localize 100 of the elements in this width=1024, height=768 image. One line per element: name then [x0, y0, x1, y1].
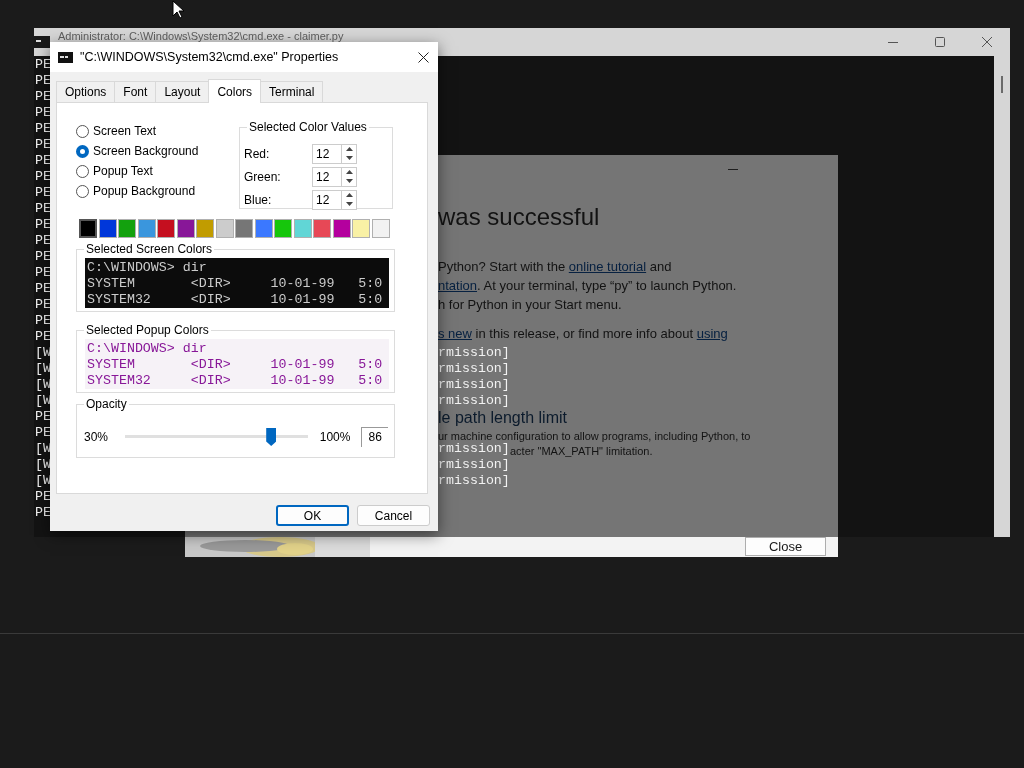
console-text: rmission] — [438, 345, 510, 361]
console-text: PE — [35, 185, 51, 201]
preview-line: SYSTEM <DIR> 10-01-99 5:0 — [87, 276, 383, 292]
color-swatch[interactable] — [274, 219, 292, 238]
console-text: rmission] — [438, 393, 510, 409]
console-text: PE — [35, 249, 51, 265]
radio-button[interactable] — [76, 124, 89, 138]
link[interactable]: using — [696, 326, 728, 341]
text-line: h for Python in your Start menu. — [438, 296, 622, 314]
number-field[interactable]: 12 — [312, 143, 341, 164]
radio-label: Screen Text — [93, 123, 157, 140]
color-swatch[interactable] — [332, 219, 351, 238]
group-title: Selected Screen Colors — [84, 242, 215, 256]
number-field[interactable]: 12 — [312, 189, 341, 210]
close-icon — [981, 37, 992, 47]
down-arrow-icon — [345, 179, 353, 183]
console-text: PE — [35, 201, 51, 217]
console-text: PE — [35, 73, 51, 89]
color-swatch[interactable] — [157, 219, 175, 238]
spin-down-button[interactable] — [342, 199, 356, 209]
color-swatch[interactable] — [98, 219, 117, 238]
close-button[interactable]: Close — [745, 537, 826, 556]
down-arrow-icon — [345, 156, 353, 160]
color-swatch[interactable] — [196, 219, 214, 238]
console-text: rmission] — [438, 377, 510, 393]
radio-option[interactable]: Screen Text — [76, 121, 157, 141]
section-heading: le path length limit — [438, 408, 567, 428]
console-text: PE — [35, 281, 51, 297]
radio-option[interactable]: Popup Text — [76, 161, 153, 181]
radio-option[interactable]: Popup Background — [76, 181, 196, 201]
tab[interactable]: Colors — [208, 79, 262, 103]
console-text: rmission] — [438, 361, 510, 377]
console-text: rmission] — [438, 441, 510, 457]
close-icon — [417, 51, 429, 63]
console-text: PE — [35, 153, 51, 169]
text-line: s new in this release, or find more info about using — [438, 325, 728, 343]
console-text: PE — [35, 489, 51, 505]
link[interactable]: online tutorial — [568, 259, 647, 274]
group-title: Selected Color Values — [247, 120, 369, 134]
radio-button[interactable] — [76, 164, 89, 178]
text-line: ur machine configuration to allow programs, including Python, to — [438, 429, 751, 443]
console-text: PE — [35, 169, 51, 185]
field-label: Green: — [244, 168, 282, 186]
color-swatch[interactable] — [118, 219, 136, 238]
radio-label: Popup Text — [93, 163, 153, 180]
radio-button[interactable] — [76, 144, 89, 158]
color-swatch[interactable] — [352, 219, 370, 238]
color-swatch[interactable] — [137, 219, 156, 238]
preview-line: C:\WINDOWS> dir — [87, 260, 207, 276]
console-text: PE — [35, 329, 51, 345]
color-swatch[interactable] — [79, 219, 97, 238]
radio-button[interactable] — [76, 184, 89, 198]
console-text: PE — [35, 313, 51, 329]
slider-thumb[interactable] — [266, 428, 277, 446]
console-text: PE — [35, 105, 51, 121]
up-arrow-icon — [345, 193, 353, 197]
color-swatch[interactable] — [293, 219, 312, 238]
console-text: rmission] — [438, 473, 510, 489]
color-swatch[interactable] — [235, 219, 253, 238]
ok-button[interactable]: OK — [276, 505, 349, 526]
console-text: PE — [35, 425, 51, 441]
minimize-icon — [728, 169, 738, 171]
group-title: Opacity — [84, 397, 129, 411]
console-text: PE — [35, 137, 51, 153]
field-label: Blue: — [244, 191, 273, 209]
tab[interactable]: Layout — [155, 81, 210, 102]
cancel-button[interactable]: Cancel — [357, 505, 430, 526]
console-text: PE — [35, 233, 51, 249]
console-text: PE — [35, 121, 51, 137]
slider-label: 100% — [319, 429, 351, 446]
console-text: PE — [35, 57, 51, 73]
console-text: PE — [35, 89, 51, 105]
color-swatch[interactable] — [215, 219, 234, 238]
text-line: acter "MAX_PATH" limitation. — [510, 444, 653, 459]
scrollbar-thumb[interactable] — [1001, 76, 1003, 93]
radio-option[interactable]: Screen Background — [76, 141, 199, 161]
radio-label: Screen Background — [93, 143, 199, 160]
number-field[interactable]: 12 — [312, 166, 341, 187]
console-text: rmission] — [438, 457, 510, 473]
text-line: ntation. At your terminal, type “py” to launch Python. — [438, 277, 737, 295]
maximize-icon — [934, 37, 945, 47]
color-swatch[interactable] — [371, 219, 390, 238]
tab[interactable]: Options — [56, 81, 116, 102]
link[interactable]: ntation — [438, 278, 478, 293]
value-field[interactable]: 86 — [361, 427, 388, 447]
radio-label: Popup Background — [93, 183, 196, 200]
color-swatch[interactable] — [313, 219, 331, 238]
console-text: PE — [35, 409, 51, 425]
console-text: PE — [35, 297, 51, 313]
cursor-icon — [172, 0, 185, 19]
console-text: PE — [35, 505, 51, 521]
dialog-title: "C:\WINDOWS\System32\cmd.exe" Properties — [80, 48, 340, 66]
down-arrow-icon — [345, 202, 353, 206]
terminal-icon — [58, 51, 73, 63]
link[interactable]: s new — [438, 326, 472, 341]
tab[interactable]: Terminal — [260, 81, 324, 102]
up-arrow-icon — [345, 170, 353, 174]
color-swatch[interactable] — [176, 219, 195, 238]
color-swatch[interactable] — [254, 219, 273, 238]
preview-line: C:\WINDOWS> dir — [87, 341, 207, 357]
